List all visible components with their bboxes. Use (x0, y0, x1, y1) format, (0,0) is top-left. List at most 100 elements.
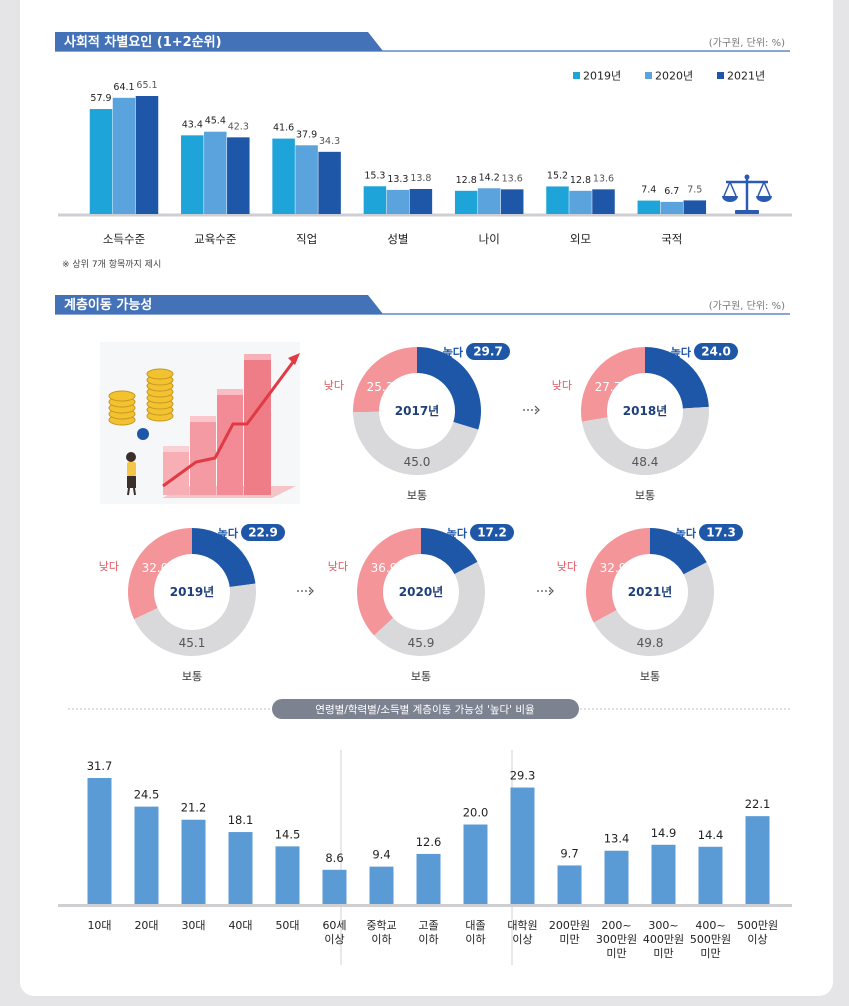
chart1-bar (135, 96, 159, 214)
chart1-bar (637, 200, 661, 214)
chart1-legend-label: 2020년 (655, 70, 693, 83)
chart1-value-label: 15.2 (547, 170, 568, 181)
chart3-category-line: 이하 (465, 932, 485, 946)
chart1-value-label: 12.8 (456, 175, 477, 186)
donut-high-value: 17.2 (477, 526, 507, 540)
chart1-bar (204, 131, 227, 214)
chart3-category-line: 400만원 (643, 933, 684, 946)
donut-low-label: 낮다 (557, 560, 577, 573)
chart3-bar (87, 778, 112, 904)
chart3-bar (228, 832, 253, 904)
chart1-legend-label: 2019년 (583, 70, 621, 83)
chart1-bar (546, 186, 569, 214)
chart3-value-label: 14.5 (275, 827, 301, 841)
chart3-category-label: 200~ 300만원 미만 (596, 919, 637, 960)
chart1-value-label: 13.3 (387, 174, 408, 185)
chart1-value-label: 64.1 (113, 82, 134, 93)
donut-high-value: 24.0 (701, 345, 731, 359)
chart1-category-label: 외모 (570, 232, 591, 246)
chart3-category-line: 500만원 (737, 919, 778, 932)
chart3-category-line: 대학원 (507, 919, 537, 932)
chart1-value-label: 6.7 (664, 186, 679, 197)
chart1-category-label: 국적 (661, 232, 682, 246)
donut-low-label: 낮다 (328, 560, 348, 573)
donut-high-label: 높다 (447, 526, 468, 540)
chart3-category-label: 60세 이상 (322, 919, 346, 946)
donut-year-label: 2017년 (395, 404, 439, 418)
chart1-bar (363, 186, 387, 214)
chart3-category-line: 미만 (653, 947, 673, 960)
chart3-category-line: 60세 (322, 919, 346, 932)
chart3-category-line: 30대 (181, 919, 205, 932)
chart1-bar (477, 188, 501, 214)
chart1-category-label: 소득수준 (103, 232, 145, 246)
donut-segment (586, 528, 650, 623)
chart3-bar (557, 865, 582, 904)
chart1-value-label: 13.6 (593, 173, 614, 184)
chart1-value-label: 34.3 (319, 136, 340, 147)
chart1-legend: 2019년 2020년 2021년 (573, 70, 765, 83)
chart3-category-line: 500만원 (690, 933, 731, 946)
chart3-category-line: 이상 (512, 933, 532, 946)
chart1-legend-label: 2021년 (727, 70, 765, 83)
donut-normal-label: 보통 (407, 489, 427, 502)
chart1-category-label: 교육수준 (194, 232, 236, 246)
chart1-legend-swatch (717, 72, 724, 79)
chart3-high-mobility-ratio: 31.7 10대 24.5 20대 21.2 30대 18.1 40대 14.5 50대 8.6 60… (58, 759, 792, 960)
chart3-category-label: 대학원 이상 (507, 919, 537, 946)
chart1-value-label: 43.4 (182, 119, 203, 130)
chart1-value-label: 42.3 (228, 121, 249, 132)
chart1-category-label: 성별 (387, 232, 408, 246)
donut-high-value: 22.9 (248, 526, 278, 540)
section1-title: 사회적 차별요인 (1+2순위) (64, 34, 222, 50)
rising-bar-chart-coins-illustration (100, 342, 300, 504)
chart3-category-line: 20대 (134, 919, 158, 932)
donut-normal-label: 보통 (635, 489, 655, 502)
chart3-category-label: 400~ 500만원 미만 (690, 919, 731, 960)
section2-header: 계층이동 가능성 (가구원, 단위: %) (55, 295, 790, 315)
chart3-category-label: 200만원 미만 (549, 919, 590, 946)
donut-normal-value: 45.1 (179, 636, 206, 650)
chart1-bar (592, 189, 615, 214)
chart1-bar (386, 189, 410, 214)
chart1-value-label: 41.6 (273, 123, 294, 134)
chart1-discrimination-factors: 57.964.1 65.1 소득수준 43.4 45.442.3 교육수준 41.637.9… (58, 80, 792, 246)
donut-year-label: 2019년 (170, 585, 214, 599)
chart3-category-label: 20대 (134, 919, 158, 932)
chart1-bar (569, 190, 592, 214)
donut-normal-value: 45.0 (404, 455, 431, 469)
chart3-value-label: 13.4 (604, 832, 630, 846)
donut-year-label: 2018년 (623, 404, 667, 418)
infographic-canvas: 사회적 차별요인 (1+2순위) (가구원, 단위: %) 2019년 2020년… (55, 32, 792, 965)
donut-high-label: 높다 (218, 526, 239, 540)
chart1-value-label: 65.1 (136, 80, 157, 91)
chart3-bar (322, 869, 347, 904)
chart1-bar (272, 138, 295, 214)
donut-normal-value: 48.4 (632, 455, 659, 469)
donut-year-label: 2020년 (399, 585, 443, 599)
chart3-bar (416, 853, 441, 904)
donut-low-value: 27.7 (595, 380, 622, 394)
chart3-value-label: 29.3 (510, 769, 536, 783)
arrow-right-icon (537, 586, 554, 596)
chart3-value-label: 22.1 (745, 797, 771, 811)
chart1-value-label: 7.4 (641, 185, 656, 196)
chart3-value-label: 9.4 (372, 848, 390, 862)
chart3-value-label: 14.4 (698, 828, 724, 842)
chart3-category-label: 30대 (181, 919, 205, 932)
chart3-category-line: 이하 (371, 932, 391, 946)
chart1-value-label: 13.6 (502, 173, 523, 184)
chart1-bar (409, 188, 433, 214)
chart3-value-label: 12.6 (416, 835, 442, 849)
chart3-category-line: 10대 (87, 919, 111, 932)
donut-year-label: 2021년 (628, 585, 672, 599)
chart3-category-label: 500만원 이상 (737, 919, 778, 946)
chart3-category-line: 대졸 (465, 919, 485, 932)
chart1-bar (227, 137, 250, 214)
chart3-value-label: 18.1 (228, 813, 254, 827)
chart3-bar (651, 844, 676, 904)
donut-high-value: 17.3 (706, 526, 736, 540)
scales-icon (722, 174, 772, 214)
chart3-category-label: 50대 (275, 919, 299, 932)
chart3-category-line: 미만 (606, 947, 626, 960)
